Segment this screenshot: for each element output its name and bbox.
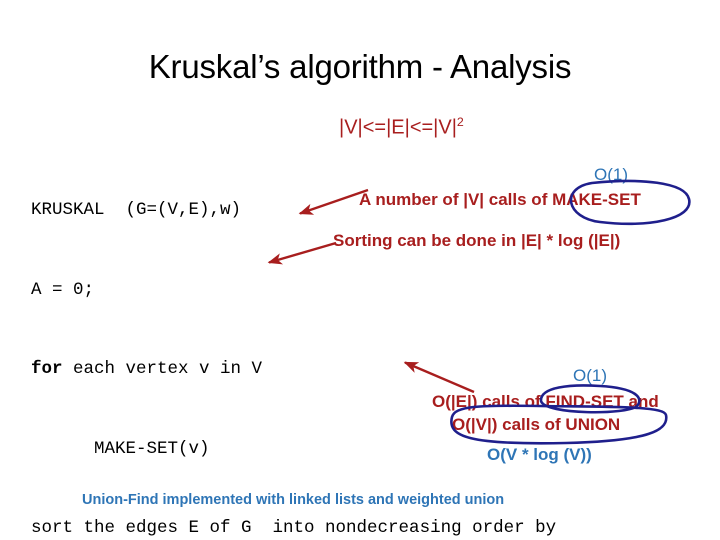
slide-canvas: Kruskal’s algorithm - Analysis KRUSKAL (… (0, 0, 720, 540)
annotation-edge-bound-base: |V|<=|E|<=|V| (339, 116, 457, 139)
annotation-o-v-log-v: O(V * log (V)) (487, 445, 592, 464)
code-line-4-text: MAKE-SET(v) (31, 438, 210, 459)
code-line-3: for each vertex v in V (31, 356, 556, 383)
annotation-o1-make-set: O(1) (594, 165, 628, 184)
annotation-sorting-cost: Sorting can be done in |E| * log (|E|) (333, 231, 621, 250)
code-line-3-text: each vertex v in V (62, 359, 263, 379)
annotation-make-set-calls: A number of |V| calls of MAKE-SET (359, 190, 641, 209)
annotation-edge-bound-exponent: 2 (456, 115, 464, 129)
annotation-o1-find-set: O(1) (573, 366, 607, 385)
code-line-1-text: KRUSKAL (G=(V,E),w) (31, 200, 242, 220)
footnote-union-find: Union-Find implemented with linked lists… (82, 492, 505, 508)
annotation-find-set-calls: O(|E|) calls of FIND-SET and (432, 392, 659, 411)
code-line-5-text: sort the edges E of G into nondecreasing… (31, 518, 557, 538)
keyword-for: for (31, 359, 63, 379)
code-line-4: MAKE-SET(v) (31, 436, 556, 463)
annotation-edge-bound: |V|<=|E|<=|V|2 (339, 115, 464, 140)
page-title: Kruskal’s algorithm - Analysis (148, 48, 572, 85)
annotation-union-calls: O(|V|) calls of UNION (452, 415, 621, 434)
code-line-2-text: A = 0; (31, 279, 95, 300)
code-line-2: A = 0; (31, 277, 556, 304)
code-line-5: sort the edges E of G into nondecreasing… (31, 515, 556, 540)
